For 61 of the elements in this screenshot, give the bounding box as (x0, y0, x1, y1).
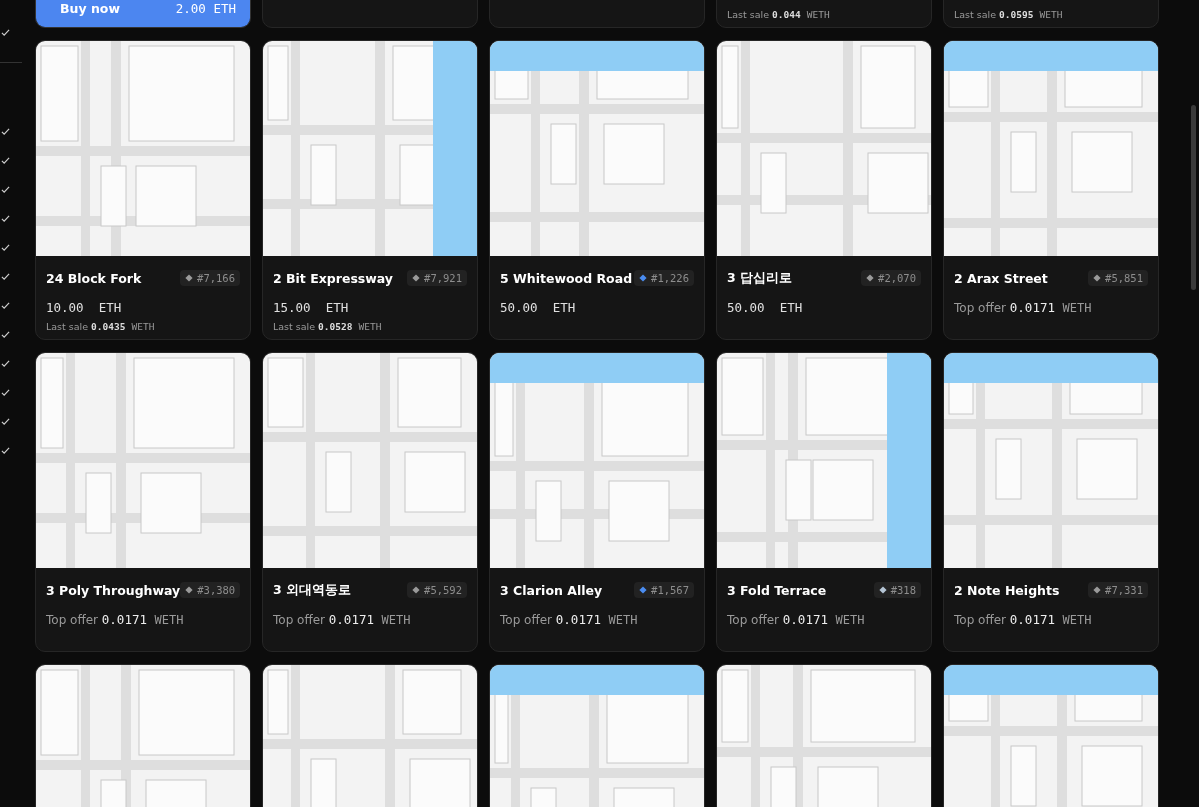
check-icon[interactable] (1, 301, 10, 310)
last-sale: Last sale 0.0435 WETH (46, 320, 155, 332)
card-title: 3 답십리로 (727, 269, 793, 287)
price: 10.00 ETH (46, 299, 122, 315)
nft-card[interactable]: 2 Note Heights #7,331 Top offer 0.0171 WETH (943, 352, 1159, 652)
check-icon[interactable] (1, 446, 10, 455)
nft-card[interactable]: 3 외대역동로 #5,592 Top offer 0.0171 WETH (262, 352, 478, 652)
nft-card[interactable]: 5 Whitewood Road #1,226 50.00 ETH (489, 40, 705, 340)
token-number: #5,592 (424, 584, 462, 596)
nft-card[interactable]: Last sale 0.044 WETH (716, 0, 932, 28)
last-sale: Last sale 0.0595 WETH (954, 8, 1063, 20)
nft-card[interactable]: Last sale 0.0595 WETH (943, 0, 1159, 28)
top-offer: Top offer 0.0171 WETH (46, 611, 184, 627)
nft-card[interactable]: 2 Arax Street #5,851 Top offer 0.0171 WETH (943, 40, 1159, 340)
nft-card[interactable]: 3 Poly Throughway #3,380 Top offer 0.0171 WETH (35, 352, 251, 652)
price: 15.00 ETH (273, 299, 349, 315)
check-icon[interactable] (1, 272, 10, 281)
price: 50.00 ETH (500, 299, 576, 315)
card-title: 2 Note Heights (954, 582, 1060, 598)
card-title: 2 Arax Street (954, 270, 1048, 286)
check-icon[interactable] (1, 243, 10, 252)
check-icon[interactable] (1, 330, 10, 339)
card-title: 3 외대역동로 (273, 581, 352, 599)
top-offer: Top offer 0.0171 WETH (500, 611, 638, 627)
nft-card[interactable]: 3 Fold Terrace #318 Top offer 0.0171 WETH (716, 352, 932, 652)
top-offer: Top offer 0.0171 WETH (727, 611, 865, 627)
token-number: #2,070 (878, 272, 916, 284)
nft-card[interactable]: 2 Bit Expressway #7,921 15.00 ETH Last sale 0.0528 WETH (262, 40, 478, 340)
card-title: 3 Poly Throughway (46, 582, 181, 598)
last-sale: Last sale 0.044 WETH (727, 8, 830, 20)
check-icon[interactable] (1, 127, 10, 136)
token-number: #7,921 (424, 272, 462, 284)
token-number: #1,567 (651, 584, 689, 596)
buy-now-button[interactable]: Buy now 2.00 ETH (36, 0, 250, 27)
check-icon[interactable] (1, 185, 10, 194)
card-title: 3 Fold Terrace (727, 582, 827, 598)
card-title: 5 Whitewood Road (500, 270, 633, 286)
nft-card[interactable]: 3 Clarion Alley #1,567 Top offer 0.0171 WETH (489, 352, 705, 652)
check-icon[interactable] (1, 28, 10, 37)
nft-card[interactable]: 3 답십리로 #2,070 50.00 ETH (716, 40, 932, 340)
token-number: #5,851 (1105, 272, 1143, 284)
nft-card[interactable]: 24 Block Fork #7,166 10.00 ETH Last sale 0.0435 WETH (35, 40, 251, 340)
token-number: #3,380 (197, 584, 236, 596)
top-offer: Top offer 0.0171 WETH (954, 611, 1092, 627)
token-number: #318 (890, 584, 916, 596)
top-offer: Top offer 0.0171 WETH (954, 299, 1092, 315)
check-icon[interactable] (1, 388, 10, 397)
check-icon[interactable] (1, 359, 10, 368)
check-icon[interactable] (1, 417, 10, 426)
card-title: 3 Clarion Alley (500, 582, 603, 598)
check-icon[interactable] (1, 214, 10, 223)
card-title: 24 Block Fork (46, 270, 142, 286)
token-number: #7,331 (1105, 584, 1143, 596)
check-icon[interactable] (1, 156, 10, 165)
last-sale: Last sale 0.0528 WETH (273, 320, 382, 332)
price: 50.00 ETH (727, 299, 803, 315)
card-title: 2 Bit Expressway (273, 270, 393, 286)
top-offer: Top offer 0.0171 WETH (273, 611, 411, 627)
token-number: #1,226 (651, 272, 689, 284)
scrollbar[interactable] (1191, 105, 1196, 290)
token-number: #7,166 (197, 272, 235, 284)
